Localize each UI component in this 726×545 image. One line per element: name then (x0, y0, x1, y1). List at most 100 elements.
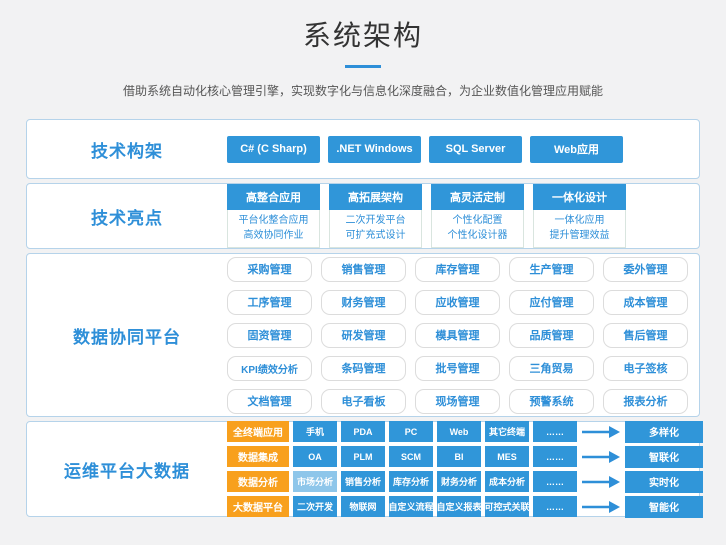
module-button[interactable]: 应收管理 (415, 290, 500, 315)
highlight-card-body: 二次开发平台 可扩充式设计 (329, 210, 422, 248)
module-button[interactable]: 电子签核 (603, 356, 688, 381)
tech-stack-item-sql-server[interactable]: SQL Server (429, 136, 522, 163)
ops-result[interactable]: 多样化 (625, 421, 703, 443)
highlight-card: 高整合应用 平台化整合应用 高效协同作业 (227, 184, 320, 248)
ops-category[interactable]: 全终端应用 (227, 421, 289, 442)
highlight-card-body: 个性化配置 个性化设计器 (431, 210, 524, 248)
system-architecture-page: 系统架构 借助系统自动化核心管理引擎，实现数字化与信息化深度融合，为企业数值化管… (0, 0, 726, 517)
ops-item[interactable]: OA (293, 446, 337, 467)
module-button[interactable]: 预警系统 (509, 389, 594, 414)
ops-item-ellipsis[interactable]: …… (533, 446, 577, 467)
module-button[interactable]: 现场管理 (415, 389, 500, 414)
grid-row: KPI绩效分析 条码管理 批号管理 三角贸易 电子签核 (227, 356, 688, 381)
ops-result[interactable]: 智联化 (625, 446, 703, 468)
module-button[interactable]: 模具管理 (415, 323, 500, 348)
ops-rows: 全终端应用 手机 PDA PC Web 其它终端 …… 多样化 数据集成 OA … (227, 421, 703, 518)
grid-row: 固资管理 研发管理 模具管理 品质管理 售后管理 (227, 323, 688, 348)
grid-row: 文档管理 电子看板 现场管理 预警系统 报表分析 (227, 389, 688, 414)
ops-item[interactable]: 库存分析 (389, 471, 433, 492)
ops-category[interactable]: 数据分析 (227, 471, 289, 492)
ops-platform-panel: 运维平台大数据 全终端应用 手机 PDA PC Web 其它终端 …… 多样化 … (26, 421, 700, 517)
module-button[interactable]: 条码管理 (321, 356, 406, 381)
ops-platform-label: 运维平台大数据 (27, 457, 227, 482)
module-button[interactable]: 库存管理 (415, 257, 500, 282)
arrow-right-icon (581, 425, 621, 439)
tech-stack-item-csharp[interactable]: C# (C Sharp) (227, 136, 320, 163)
ops-item[interactable]: 其它终端 (485, 421, 529, 442)
ops-item-ellipsis[interactable]: …… (533, 471, 577, 492)
grid-row: 采购管理 销售管理 库存管理 生产管理 委外管理 (227, 257, 688, 282)
ops-item[interactable]: 可控式关联 (485, 496, 529, 517)
grid-row: 工序管理 财务管理 应收管理 应付管理 成本管理 (227, 290, 688, 315)
tech-stack-item-web-app[interactable]: Web应用 (530, 136, 623, 163)
page-title: 系统架构 (0, 14, 726, 54)
module-button[interactable]: 销售管理 (321, 257, 406, 282)
highlights-content: 高整合应用 平台化整合应用 高效协同作业 高拓展架构 二次开发平台 可扩充式设计… (227, 184, 699, 248)
module-button[interactable]: 电子看板 (321, 389, 406, 414)
highlight-card-title: 高整合应用 (227, 184, 320, 210)
ops-item[interactable]: 销售分析 (341, 471, 385, 492)
module-button[interactable]: 委外管理 (603, 257, 688, 282)
arrow-right-icon (581, 500, 621, 514)
module-button[interactable]: 采购管理 (227, 257, 312, 282)
ops-item[interactable]: 二次开发 (293, 496, 337, 517)
tech-stack-content: C# (C Sharp) .NET Windows SQL Server Web… (227, 136, 699, 163)
module-button[interactable]: 工序管理 (227, 290, 312, 315)
module-button[interactable]: 报表分析 (603, 389, 688, 414)
ops-item[interactable]: PC (389, 421, 433, 442)
ops-item[interactable]: MES (485, 446, 529, 467)
module-button[interactable]: 批号管理 (415, 356, 500, 381)
ops-item[interactable]: 市场分析 (293, 471, 337, 492)
module-button[interactable]: 生产管理 (509, 257, 594, 282)
tech-stack-label: 技术构架 (27, 137, 227, 162)
ops-item-ellipsis[interactable]: …… (533, 496, 577, 517)
data-platform-content: 采购管理 销售管理 库存管理 生产管理 委外管理 工序管理 财务管理 应收管理 … (227, 257, 699, 414)
module-button[interactable]: 三角贸易 (509, 356, 594, 381)
ops-platform-content: 全终端应用 手机 PDA PC Web 其它终端 …… 多样化 数据集成 OA … (227, 421, 703, 518)
module-button[interactable]: 成本管理 (603, 290, 688, 315)
module-button[interactable]: KPI绩效分析 (227, 356, 312, 381)
highlight-card: 高灵活定制 个性化配置 个性化设计器 (431, 184, 524, 248)
ops-item-ellipsis[interactable]: …… (533, 421, 577, 442)
module-button[interactable]: 文档管理 (227, 389, 312, 414)
highlight-line: 高效协同作业 (228, 228, 319, 243)
ops-item[interactable]: 自定义流程 (389, 496, 433, 517)
ops-item[interactable]: 自定义报表 (437, 496, 481, 517)
ops-item[interactable]: 财务分析 (437, 471, 481, 492)
highlight-card-title: 高灵活定制 (431, 184, 524, 210)
data-platform-label: 数据协同平台 (27, 323, 227, 348)
ops-item[interactable]: PLM (341, 446, 385, 467)
highlight-card: 高拓展架构 二次开发平台 可扩充式设计 (329, 184, 422, 248)
tech-stack-panel: 技术构架 C# (C Sharp) .NET Windows SQL Serve… (26, 119, 700, 179)
ops-item[interactable]: 成本分析 (485, 471, 529, 492)
module-button[interactable]: 售后管理 (603, 323, 688, 348)
highlight-card-body: 一体化应用 提升管理效益 (533, 210, 626, 248)
module-button[interactable]: 固资管理 (227, 323, 312, 348)
ops-category[interactable]: 数据集成 (227, 446, 289, 467)
arrow-right-icon (581, 475, 621, 489)
highlight-card-title: 一体化设计 (533, 184, 626, 210)
ops-item[interactable]: Web (437, 421, 481, 442)
ops-category[interactable]: 大数据平台 (227, 496, 289, 517)
ops-row-bigdata: 大数据平台 二次开发 物联网 自定义流程 自定义报表 可控式关联 …… 智能化 (227, 496, 703, 518)
highlight-line: 二次开发平台 (330, 213, 421, 228)
ops-item[interactable]: SCM (389, 446, 433, 467)
module-button[interactable]: 财务管理 (321, 290, 406, 315)
ops-row-analysis: 数据分析 市场分析 销售分析 库存分析 财务分析 成本分析 …… 实时化 (227, 471, 703, 493)
ops-result[interactable]: 实时化 (625, 471, 703, 493)
page-subtitle: 借助系统自动化核心管理引擎，实现数字化与信息化深度融合，为企业数值化管理应用赋能 (0, 82, 726, 99)
tech-stack-item-net-windows[interactable]: .NET Windows (328, 136, 421, 163)
highlight-line: 个性化设计器 (432, 228, 523, 243)
ops-item[interactable]: BI (437, 446, 481, 467)
highlight-card-body: 平台化整合应用 高效协同作业 (227, 210, 320, 248)
module-button[interactable]: 应付管理 (509, 290, 594, 315)
module-button[interactable]: 研发管理 (321, 323, 406, 348)
ops-result[interactable]: 智能化 (625, 496, 703, 518)
ops-item[interactable]: PDA (341, 421, 385, 442)
highlight-card-title: 高拓展架构 (329, 184, 422, 210)
ops-item[interactable]: 物联网 (341, 496, 385, 517)
highlight-card: 一体化设计 一体化应用 提升管理效益 (533, 184, 626, 248)
module-button[interactable]: 品质管理 (509, 323, 594, 348)
highlight-line: 一体化应用 (534, 213, 625, 228)
ops-item[interactable]: 手机 (293, 421, 337, 442)
